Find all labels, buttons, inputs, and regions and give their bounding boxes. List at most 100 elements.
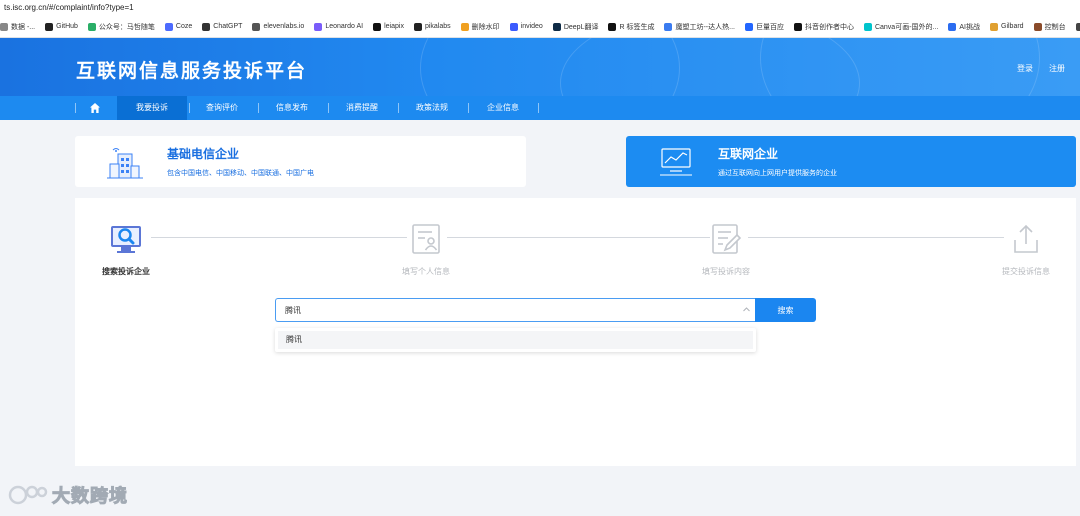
bookmark-item[interactable]: GitHub xyxy=(45,22,78,31)
upload-icon xyxy=(1014,224,1038,253)
bookmark-item[interactable]: 删除水印 xyxy=(460,22,500,32)
bookmark-label: 控制台 xyxy=(1044,23,1066,31)
bookmark-label: 删除水印 xyxy=(471,23,500,31)
bookmark-item[interactable]: 数据 -... xyxy=(0,22,35,32)
bookmark-label: 公众号：马哲随笔 xyxy=(98,23,155,31)
bookmark-favicon-icon xyxy=(164,22,173,31)
bookmark-favicon-icon xyxy=(202,22,211,31)
search-button[interactable]: 搜索 xyxy=(755,298,816,322)
watermark-text: 大数跨境 xyxy=(52,486,128,508)
step-label: 搜索投诉企业 xyxy=(102,267,150,276)
bookmark-favicon-icon xyxy=(252,22,261,31)
bookmark-favicon-icon xyxy=(509,22,518,31)
bookmark-favicon-icon xyxy=(608,22,617,31)
step-connector xyxy=(151,237,407,238)
bookmark-favicon-icon xyxy=(1075,22,1080,31)
bookmark-label: Leonardo AI xyxy=(325,23,364,30)
search-monitor-icon xyxy=(111,226,141,253)
bookmark-label: leiapix xyxy=(384,23,404,30)
nav-divider xyxy=(189,103,190,113)
step-complaint-content: 填写投诉内容 xyxy=(681,222,771,277)
category-desc: 包含中国电信、中国移动、中国联通、中国广电 xyxy=(167,169,314,177)
bookmark-label: AI挑战 xyxy=(959,23,980,31)
bookmark-favicon-icon xyxy=(1033,22,1042,31)
bookmark-favicon-icon xyxy=(373,22,382,31)
step-search-company: 搜索投诉企业 xyxy=(81,222,171,277)
bookmark-label: Gilbard xyxy=(1001,23,1024,30)
category-internet-company[interactable]: 互联网企业 通过互联网向上网用户提供服务的企业 xyxy=(626,136,1076,187)
bookmark-label: 抖音创作者中心 xyxy=(804,23,854,31)
company-search-box xyxy=(275,298,756,322)
bookmark-item[interactable]: AI挑战 xyxy=(948,22,980,32)
category-title: 基础电信企业 xyxy=(167,147,240,161)
bookmark-item[interactable]: pikalabs xyxy=(413,22,451,31)
bookmark-item[interactable]: 巨量百应 xyxy=(744,22,784,32)
url-text: ts.isc.org.cn/#/complaint/info?type=1 xyxy=(4,3,134,12)
step-label: 填写个人信息 xyxy=(402,267,450,276)
bookmark-favicon-icon xyxy=(664,22,673,31)
edit-document-icon xyxy=(712,224,742,254)
bookmark-item[interactable]: ChatGPT xyxy=(202,22,243,31)
nav-item-complain[interactable]: 我要投诉 xyxy=(117,96,187,120)
site-header: 互联网信息服务投诉平台 登录 注册 xyxy=(0,38,1080,96)
bookmark-item[interactable]: Coze xyxy=(164,22,193,31)
company-search-input[interactable] xyxy=(276,299,736,321)
watermark: 大数跨境 xyxy=(8,482,128,508)
login-link[interactable]: 登录 xyxy=(1017,63,1033,74)
nav-item-company-info[interactable]: 企业信息 xyxy=(474,96,532,120)
bookmark-item[interactable]: leiapix xyxy=(373,22,404,31)
bookmarks-bar: 数据 -... GitHub 公众号：马哲随笔 Coze ChatGPT elevenla… xyxy=(0,16,1080,38)
chevron-up-icon[interactable] xyxy=(742,305,751,314)
bookmark-item[interactable]: Gilbard xyxy=(990,22,1024,31)
suggestion-item[interactable]: 腾讯 xyxy=(278,331,753,349)
nav-item-publish[interactable]: 信息发布 xyxy=(263,96,321,120)
bookmark-favicon-icon xyxy=(793,22,802,31)
bookmark-label: 魔塑工坊--达人热... xyxy=(675,23,735,31)
nav-home[interactable] xyxy=(80,96,110,120)
bookmark-item[interactable]: Leonardo AI xyxy=(314,22,364,31)
bookmark-label: invideo xyxy=(520,23,543,30)
bookmark-item[interactable]: 魔塑工坊--达人热... xyxy=(664,22,735,32)
nav-divider xyxy=(258,103,259,113)
bookmark-favicon-icon xyxy=(460,22,469,31)
step-connector xyxy=(447,237,710,238)
address-bar[interactable]: ts.isc.org.cn/#/complaint/info?type=1 xyxy=(0,0,1080,16)
category-basic-telecom[interactable]: 基础电信企业 包含中国电信、中国移动、中国联通、中国广电 xyxy=(75,136,526,187)
nav-item-policy[interactable]: 政策法规 xyxy=(403,96,461,120)
bookmark-favicon-icon xyxy=(744,22,753,31)
bookmark-item[interactable]: 抖音创作者中心 xyxy=(793,22,854,32)
bookmark-item[interactable]: Canva可画-国外的... xyxy=(863,22,938,32)
bookmark-label: pikalabs xyxy=(424,23,451,30)
bookmark-favicon-icon xyxy=(314,22,323,31)
bookmark-favicon-icon xyxy=(0,22,8,31)
bookmark-item[interactable]: elevenlabs.io xyxy=(252,22,305,31)
bookmark-favicon-icon xyxy=(45,22,54,31)
search-suggestions: 腾讯 xyxy=(275,328,756,352)
bookmark-item[interactable]: R 标签生成 xyxy=(608,22,654,32)
bookmark-favicon-icon xyxy=(413,22,422,31)
nav-divider xyxy=(75,103,76,113)
watermark-logo-icon xyxy=(8,485,48,505)
bookmark-label: R 标签生成 xyxy=(619,23,655,31)
category-title: 互联网企业 xyxy=(718,147,779,161)
bookmark-item[interactable]: 公众号：马哲随笔 xyxy=(87,22,155,32)
register-link[interactable]: 注册 xyxy=(1049,63,1065,74)
monitor-chart-icon xyxy=(660,148,692,176)
bookmark-label: elevenlabs.io xyxy=(263,23,305,30)
bookmark-label: 数据 -... xyxy=(11,23,36,31)
bookmark-favicon-icon xyxy=(87,22,96,31)
bookmark-favicon-icon xyxy=(863,22,872,31)
bookmark-label: ChatGPT xyxy=(213,23,243,30)
complaint-panel: 搜索投诉企业 填写个人信息 填写投诉内容 提交投诉信息 腾讯 搜索 腾讯 xyxy=(75,198,1076,466)
bookmark-label: 巨量百应 xyxy=(755,23,784,31)
id-card-icon xyxy=(412,224,440,254)
bookmark-item[interactable]: 控制台 xyxy=(1033,22,1066,32)
nav-item-query[interactable]: 查询评价 xyxy=(193,96,251,120)
bookmark-item[interactable]: DeepL翻译 xyxy=(552,22,598,32)
bookmark-item[interactable]: invideo xyxy=(509,22,543,31)
nav-divider xyxy=(538,103,539,113)
nav-item-consumer-alert[interactable]: 消费提醒 xyxy=(333,96,391,120)
home-icon xyxy=(90,103,100,113)
bookmark-label: Coze xyxy=(175,23,193,30)
bookmark-item[interactable]: 樱桃茶-智能GPT xyxy=(1075,22,1080,32)
